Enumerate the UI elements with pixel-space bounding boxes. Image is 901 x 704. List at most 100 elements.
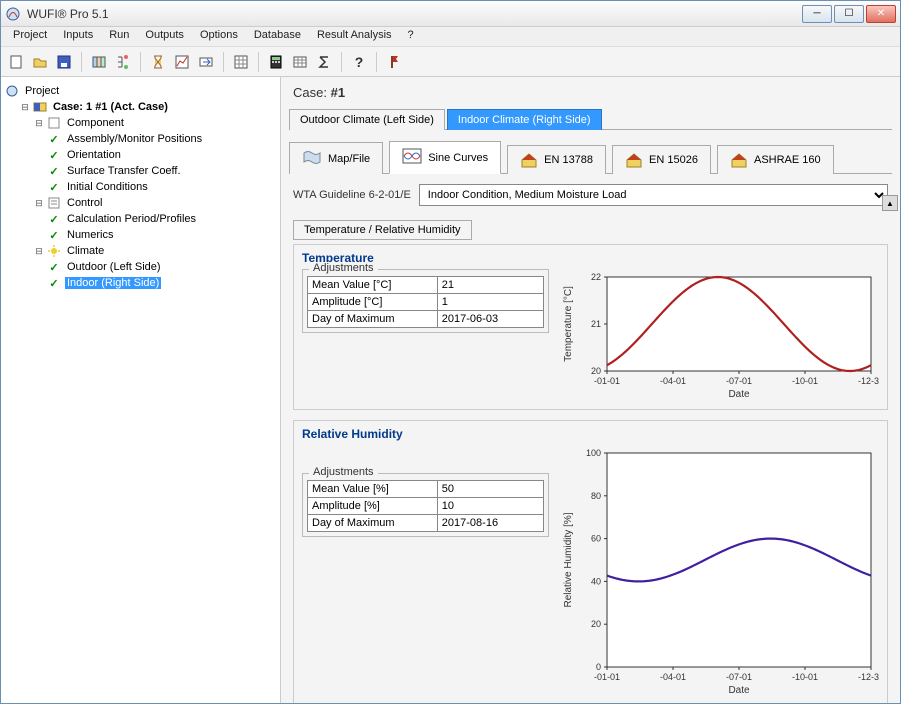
expander-icon[interactable]: ⊟ xyxy=(19,101,31,113)
tree-root[interactable]: Project xyxy=(5,83,276,99)
temp-title: Temperature xyxy=(302,251,879,265)
temp-dom-value[interactable]: 2017-06-03 xyxy=(437,311,543,328)
svg-text:20: 20 xyxy=(591,366,601,376)
svg-text:22: 22 xyxy=(591,272,601,282)
tree-calc-period[interactable]: ✓Calculation Period/Profiles xyxy=(5,211,276,227)
tree-control[interactable]: ⊟ Control xyxy=(5,195,276,211)
temp-adjustments: Adjustments Mean Value [°C]21 Amplitude … xyxy=(302,269,549,333)
tree-outdoor[interactable]: ✓Outdoor (Left Side) xyxy=(5,259,276,275)
rh-title: Relative Humidity xyxy=(302,427,879,441)
svg-text:-01-01: -01-01 xyxy=(594,376,620,386)
flag-icon[interactable] xyxy=(383,51,405,73)
climate-tabs: Outdoor Climate (Left Side) Indoor Clima… xyxy=(289,108,892,130)
tree-orientation[interactable]: ✓Orientation xyxy=(5,147,276,163)
chart-icon[interactable] xyxy=(171,51,193,73)
rh-dom-value[interactable]: 2017-08-16 xyxy=(437,515,543,532)
temp-rh-tab[interactable]: Temperature / Relative Humidity xyxy=(293,220,472,240)
close-button[interactable]: ✕ xyxy=(866,5,896,23)
house-icon xyxy=(625,152,643,168)
menu-run[interactable]: Run xyxy=(101,27,137,46)
rh-mean-value[interactable]: 50 xyxy=(437,481,543,498)
svg-text:80: 80 xyxy=(591,491,601,501)
tree-assembly[interactable]: ✓Assembly/Monitor Positions xyxy=(5,131,276,147)
table-row: Day of Maximum2017-06-03 xyxy=(308,311,544,328)
sigma-icon[interactable] xyxy=(313,51,335,73)
minimize-button[interactable]: ─ xyxy=(802,5,832,23)
svg-text:-04-01: -04-01 xyxy=(660,376,686,386)
export-icon[interactable] xyxy=(195,51,217,73)
toolbar: ? xyxy=(1,47,900,77)
open-icon[interactable] xyxy=(29,51,51,73)
maximize-button[interactable]: ☐ xyxy=(834,5,864,23)
tree-climate[interactable]: ⊟ Climate xyxy=(5,243,276,259)
help-icon[interactable]: ? xyxy=(348,51,370,73)
table-row: Day of Maximum2017-08-16 xyxy=(308,515,544,532)
tab-indoor[interactable]: Indoor Climate (Right Side) xyxy=(447,109,602,130)
app-window: WUFI® Pro 5.1 ─ ☐ ✕ Project Inputs Run O… xyxy=(0,0,901,704)
assembly-icon[interactable] xyxy=(88,51,110,73)
check-icon: ✓ xyxy=(47,212,61,226)
new-icon[interactable] xyxy=(5,51,27,73)
tree-case[interactable]: ⊟ Case: 1 #1 (Act. Case) xyxy=(5,99,276,115)
control-icon xyxy=(47,196,61,210)
guideline-label: WTA Guideline 6-2-01/E xyxy=(293,189,411,201)
guideline-select[interactable]: Indoor Condition, Medium Moisture Load xyxy=(419,184,888,206)
sub-tab-en13788[interactable]: EN 13788 xyxy=(507,145,606,174)
window-title: WUFI® Pro 5.1 xyxy=(27,7,802,21)
menu-project[interactable]: Project xyxy=(5,27,55,46)
tree-indoor[interactable]: ✓Indoor (Right Side) xyxy=(5,275,276,291)
rh-section: Relative Humidity Adjustments Mean Value… xyxy=(293,420,888,703)
svg-text:-10-01: -10-01 xyxy=(792,672,818,682)
temp-chart: 202122-01-01-04-01-07-01-10-01-12-31Date… xyxy=(559,269,879,399)
menubar: Project Inputs Run Outputs Options Datab… xyxy=(1,27,900,47)
menu-outputs[interactable]: Outputs xyxy=(137,27,192,46)
project-tree[interactable]: Project ⊟ Case: 1 #1 (Act. Case) ⊟ Compo… xyxy=(1,77,281,703)
svg-text:100: 100 xyxy=(586,448,601,458)
svg-text:21: 21 xyxy=(591,319,601,329)
expander-icon[interactable]: ⊟ xyxy=(33,197,45,209)
tab-outdoor[interactable]: Outdoor Climate (Left Side) xyxy=(289,109,445,130)
menu-result-analysis[interactable]: Result Analysis xyxy=(309,27,400,46)
house-icon xyxy=(520,152,538,168)
menu-help[interactable]: ? xyxy=(400,27,422,46)
menu-database[interactable]: Database xyxy=(246,27,309,46)
sub-tab-en15026[interactable]: EN 15026 xyxy=(612,145,711,174)
tree-component[interactable]: ⊟ Component xyxy=(5,115,276,131)
calc-icon[interactable] xyxy=(265,51,287,73)
temp-amp-value[interactable]: 1 xyxy=(437,294,543,311)
svg-text:-12-31: -12-31 xyxy=(858,376,879,386)
sub-tab-ashrae[interactable]: ASHRAE 160 xyxy=(717,145,834,174)
check-icon: ✓ xyxy=(47,148,61,162)
guideline-row: WTA Guideline 6-2-01/E Indoor Condition,… xyxy=(293,184,888,206)
expander-icon[interactable]: ⊟ xyxy=(33,245,45,257)
scroll-up-icon[interactable]: ▲ xyxy=(882,195,898,211)
table-row: Amplitude [°C]1 xyxy=(308,294,544,311)
svg-text:-07-01: -07-01 xyxy=(726,376,752,386)
check-icon: ✓ xyxy=(47,180,61,194)
save-icon[interactable] xyxy=(53,51,75,73)
menu-options[interactable]: Options xyxy=(192,27,246,46)
rh-amp-value[interactable]: 10 xyxy=(437,498,543,515)
svg-text:Date: Date xyxy=(728,389,750,399)
temp-mean-value[interactable]: 21 xyxy=(437,277,543,294)
sub-tab-sine[interactable]: Sine Curves xyxy=(389,141,501,174)
grid-icon[interactable] xyxy=(230,51,252,73)
sub-tab-map[interactable]: Map/File xyxy=(289,142,383,174)
app-icon xyxy=(5,6,21,22)
hourglass-icon[interactable] xyxy=(147,51,169,73)
rh-chart: 020406080100-01-01-04-01-07-01-10-01-12-… xyxy=(559,445,879,695)
tree-numerics[interactable]: ✓Numerics xyxy=(5,227,276,243)
expander-icon[interactable]: ⊟ xyxy=(33,117,45,129)
tree-icon[interactable] xyxy=(112,51,134,73)
tree-initial[interactable]: ✓Initial Conditions xyxy=(5,179,276,195)
table-icon[interactable] xyxy=(289,51,311,73)
check-icon: ✓ xyxy=(47,276,61,290)
case-icon xyxy=(33,100,47,114)
menu-inputs[interactable]: Inputs xyxy=(55,27,101,46)
svg-text:-04-01: -04-01 xyxy=(660,672,686,682)
tree-surface[interactable]: ✓Surface Transfer Coeff. xyxy=(5,163,276,179)
temp-section: Temperature Adjustments Mean Value [°C]2… xyxy=(293,244,888,410)
case-header: Case: #1 xyxy=(281,77,900,108)
svg-text:-01-01: -01-01 xyxy=(594,672,620,682)
check-icon: ✓ xyxy=(47,132,61,146)
